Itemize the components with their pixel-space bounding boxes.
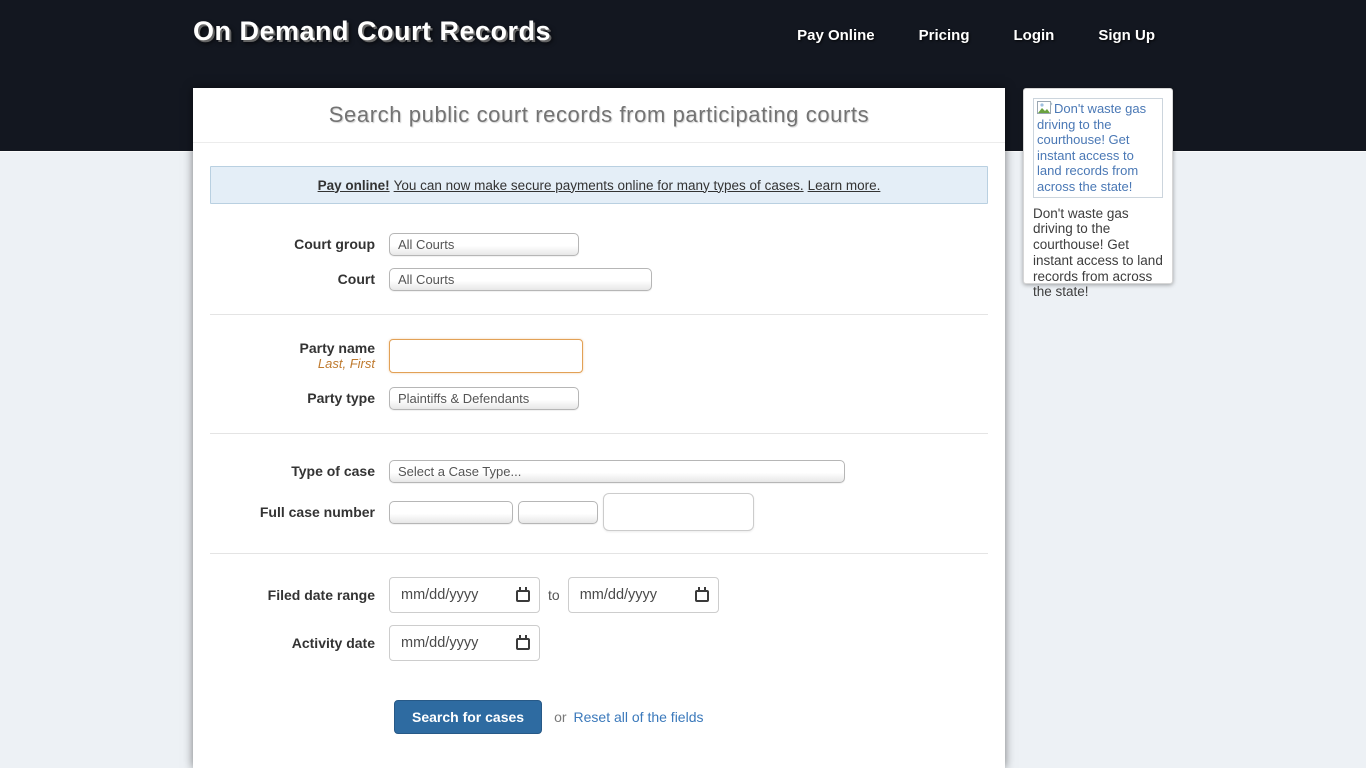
party-name-input[interactable] — [389, 339, 583, 373]
ad-caption: Don't waste gas driving to the courthous… — [1033, 206, 1163, 301]
party-name-label: Party name Last, First — [193, 341, 389, 370]
calendar-icon[interactable] — [516, 590, 530, 602]
pay-online-banner-link[interactable]: Pay online! You can now make secure paym… — [210, 166, 988, 204]
court-row: Court All Courts — [193, 268, 1005, 291]
court-group-row: Court group All Courts — [193, 233, 1005, 256]
ad-image-alt-text: Don't waste gas driving to the courthous… — [1037, 101, 1146, 194]
calendar-icon[interactable] — [695, 590, 709, 602]
filed-date-label: Filed date range — [193, 588, 389, 603]
banner-learn-more-link[interactable]: Learn more. — [808, 178, 881, 193]
section-divider — [210, 433, 988, 434]
site-title[interactable]: On Demand Court Records — [193, 16, 551, 47]
party-type-label: Party type — [193, 391, 389, 406]
filed-date-from-input[interactable]: mm/dd/yyyy — [389, 577, 540, 613]
case-number-part1-select[interactable] — [389, 501, 513, 524]
search-for-cases-button[interactable]: Search for cases — [394, 700, 542, 734]
filed-date-to-input[interactable]: mm/dd/yyyy — [568, 577, 719, 613]
case-number-part2-select[interactable] — [518, 501, 598, 524]
nav-login[interactable]: Login — [1014, 27, 1055, 44]
case-type-label: Type of case — [193, 464, 389, 479]
activity-date-label: Activity date — [193, 636, 389, 651]
filed-date-from-placeholder: mm/dd/yyyy — [401, 587, 478, 603]
case-number-row: Full case number — [193, 493, 1005, 531]
page-title: Search public court records from partici… — [329, 102, 869, 128]
filed-date-to-placeholder: mm/dd/yyyy — [580, 587, 657, 603]
or-text: or — [554, 709, 566, 725]
case-type-row: Type of case Select a Case Type... — [193, 460, 1005, 483]
activity-date-placeholder: mm/dd/yyyy — [401, 635, 478, 651]
main-nav: Pay Online Pricing Login Sign Up — [797, 27, 1155, 44]
date-range-separator: to — [548, 587, 560, 603]
court-label: Court — [193, 272, 389, 287]
search-panel: Search public court records from partici… — [193, 88, 1005, 768]
section-divider — [210, 553, 988, 554]
search-form: Court group All Courts Court All Courts … — [193, 204, 1005, 734]
nav-pricing[interactable]: Pricing — [919, 27, 970, 44]
case-number-part3-input[interactable] — [603, 493, 754, 531]
panel-heading: Search public court records from partici… — [193, 88, 1005, 143]
land-records-ad-card: Don't waste gas driving to the courthous… — [1023, 88, 1173, 284]
banner-text: You can now make secure payments online … — [394, 178, 804, 193]
nav-pay-online[interactable]: Pay Online — [797, 27, 875, 44]
nav-sign-up[interactable]: Sign Up — [1098, 27, 1155, 44]
court-group-select[interactable]: All Courts — [389, 233, 579, 256]
party-name-row: Party name Last, First — [193, 339, 1005, 373]
case-number-label: Full case number — [193, 505, 389, 520]
calendar-icon[interactable] — [516, 638, 530, 650]
banner-lead: Pay online! — [318, 178, 390, 193]
court-group-label: Court group — [193, 237, 389, 252]
reset-fields-link[interactable]: Reset all of the fields — [574, 709, 704, 725]
court-select[interactable]: All Courts — [389, 268, 652, 291]
party-type-select[interactable]: Plaintiffs & Defendants — [389, 387, 579, 410]
filed-date-row: Filed date range mm/dd/yyyy to mm/dd/yyy… — [193, 577, 1005, 613]
case-type-select[interactable]: Select a Case Type... — [389, 460, 845, 483]
party-name-label-text: Party name — [300, 340, 375, 356]
ad-broken-image[interactable]: Don't waste gas driving to the courthous… — [1033, 98, 1163, 198]
party-name-format-hint: Last, First — [318, 356, 375, 371]
form-actions: Search for cases or Reset all of the fie… — [193, 700, 1005, 734]
activity-date-row: Activity date mm/dd/yyyy — [193, 625, 1005, 661]
broken-image-icon — [1037, 101, 1053, 115]
section-divider — [210, 314, 988, 315]
activity-date-input[interactable]: mm/dd/yyyy — [389, 625, 540, 661]
party-type-row: Party type Plaintiffs & Defendants — [193, 387, 1005, 410]
